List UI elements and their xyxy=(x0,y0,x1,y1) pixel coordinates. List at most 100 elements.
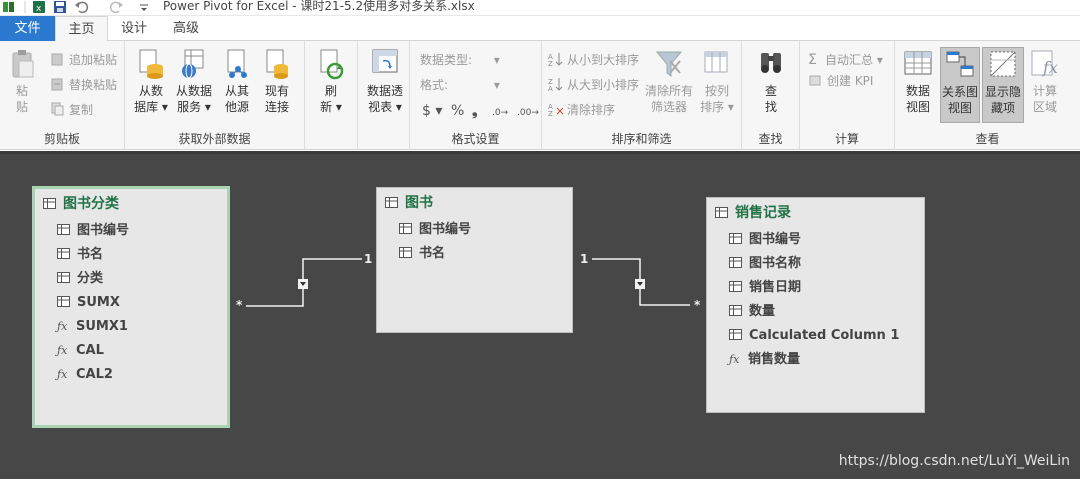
calculation-area-button[interactable]: fx 计算 区域 xyxy=(1027,47,1063,115)
save-icon[interactable] xyxy=(53,0,67,14)
format-dropdown[interactable]: 格式: ▾ xyxy=(420,75,500,95)
column-item[interactable]: SUMX xyxy=(35,291,227,315)
diagram-view-button[interactable]: 关系图 视图 xyxy=(940,47,980,123)
data-type-dropdown[interactable]: 数据类型: ▾ xyxy=(420,50,500,70)
show-hidden-button[interactable]: 显示隐 藏项 xyxy=(982,47,1024,123)
svg-text:A: A xyxy=(548,85,553,91)
cardinality-one-book: 1 xyxy=(364,252,373,266)
tab-home[interactable]: 主页 xyxy=(55,16,108,42)
ribbon: 粘 贴 追加粘贴 替换粘贴 复制 剪贴板 从数 据库 ▾ 从数据 服务 ▾ 从其… xyxy=(0,41,1080,150)
group-label-sort-filter: 排序和筛选 xyxy=(611,132,672,146)
table-header[interactable]: 销售记录 xyxy=(707,198,924,228)
table-icon xyxy=(385,189,398,208)
calculation-area-icon: fx xyxy=(1030,47,1060,81)
excel-icon[interactable]: x xyxy=(32,0,46,14)
table-icon xyxy=(57,268,70,283)
column-item[interactable]: 图书编号 xyxy=(377,218,572,242)
column-item[interactable]: 销售日期 xyxy=(707,276,924,300)
title-bar: x Power Pivot for Excel - 课时21-5.2使用多对多关… xyxy=(0,0,1080,16)
sort-descending-button[interactable]: Z A 从大到小排序 xyxy=(548,75,639,95)
fx-icon: ƒx xyxy=(57,368,68,381)
decrease-decimal-button[interactable]: .00→ xyxy=(517,101,539,121)
relationship-line-category-book[interactable] xyxy=(246,258,362,307)
table-header[interactable]: 图书分类 xyxy=(35,189,227,219)
decrease-decimal-icon: .00→ xyxy=(517,108,539,118)
group-label-find: 查找 xyxy=(758,132,783,146)
replace-paste-button[interactable]: 替换粘贴 xyxy=(50,75,117,95)
pivot-table-button[interactable]: 数据透 视表 ▾ xyxy=(362,47,408,115)
table-icon xyxy=(57,244,70,259)
from-other-sources-button[interactable]: 从其 他源 xyxy=(219,47,255,115)
sigma-icon: Σ xyxy=(808,52,817,68)
cardinality-one-book-right: 1 xyxy=(580,252,589,266)
table-icon xyxy=(729,325,742,340)
currency-button[interactable]: $ ▾ xyxy=(422,101,442,121)
column-item[interactable]: 书名 xyxy=(35,243,227,267)
measure-item[interactable]: ƒx SUMX1 xyxy=(35,315,227,339)
existing-connections-icon xyxy=(262,47,292,81)
other-sources-icon xyxy=(222,47,252,81)
svg-text:x: x xyxy=(36,4,42,14)
clear-sort-icon: AZ xyxy=(548,102,564,118)
replace-paste-icon xyxy=(50,77,66,91)
paste-button[interactable]: 粘 贴 xyxy=(6,47,38,115)
refresh-button[interactable]: 刷 新 ▾ xyxy=(315,47,347,115)
column-item[interactable]: 分类 xyxy=(35,267,227,291)
table-icon xyxy=(399,219,412,234)
table-icon xyxy=(57,220,70,235)
table-icon xyxy=(729,301,742,316)
customize-toolbar-icon[interactable] xyxy=(138,0,150,14)
table-icon xyxy=(729,253,742,268)
column-item[interactable]: 书名 xyxy=(377,242,572,266)
column-item[interactable]: 图书编号 xyxy=(35,219,227,243)
relationship-line-book-sales[interactable] xyxy=(592,258,690,306)
data-view-button[interactable]: 数据 视图 xyxy=(899,47,937,115)
column-item[interactable]: 数量 xyxy=(707,300,924,324)
percent-button[interactable]: % xyxy=(451,101,464,121)
refresh-group: 刷 新 ▾ xyxy=(305,41,358,150)
table-sales-records[interactable]: 销售记录 图书编号 图书名称 销售日期 数量 Calculated Column… xyxy=(706,197,925,413)
calculations-group: Σ 自动汇总 ▾ 创建 KPI 计算 xyxy=(800,41,895,150)
watermark: https://blog.csdn.net/LuYi_WeiLin xyxy=(838,453,1070,469)
fx-icon: ƒx xyxy=(57,320,68,333)
window-title: Power Pivot for Excel - 课时21-5.2使用多对多关系.… xyxy=(163,0,475,13)
table-book[interactable]: 图书 图书编号 书名 xyxy=(376,187,573,333)
table-header[interactable]: 图书 xyxy=(377,188,572,218)
undo-icon[interactable] xyxy=(74,0,94,14)
table-icon xyxy=(729,277,742,292)
table-icon xyxy=(57,292,70,307)
tab-advanced[interactable]: 高级 xyxy=(162,16,210,41)
data-view-icon xyxy=(903,47,933,81)
autosum-button[interactable]: Σ 自动汇总 ▾ xyxy=(808,50,883,70)
create-kpi-button[interactable]: 创建 KPI xyxy=(808,71,873,91)
column-item[interactable]: 图书名称 xyxy=(707,252,924,276)
measure-item[interactable]: ƒx CAL2 xyxy=(35,363,227,387)
clear-all-filters-button[interactable]: 清除所有 筛选器 xyxy=(644,47,694,115)
clear-sort-button[interactable]: A Z 清除排序 xyxy=(548,100,615,120)
existing-connections-button[interactable]: 现有 连接 xyxy=(259,47,295,115)
copy-button[interactable]: 复制 xyxy=(50,100,93,120)
from-data-service-button[interactable]: 从数据 服务 ▾ xyxy=(174,47,214,115)
redo-icon[interactable] xyxy=(106,0,126,14)
measure-item[interactable]: ƒx CAL xyxy=(35,339,227,363)
measure-item[interactable]: ƒx 销售数量 xyxy=(707,348,924,372)
separator xyxy=(24,1,26,13)
column-item[interactable]: 图书编号 xyxy=(707,228,924,252)
tab-design[interactable]: 设计 xyxy=(112,16,156,41)
tab-file[interactable]: 文件 xyxy=(0,16,55,41)
comma-button[interactable]: ❟ xyxy=(472,101,478,121)
sort-by-column-button[interactable]: 按列 排序 ▾ xyxy=(698,47,736,115)
data-service-icon xyxy=(179,47,209,81)
sort-ascending-button[interactable]: A Z 从小到大排序 xyxy=(548,50,639,70)
increase-decimal-button[interactable]: .0→ xyxy=(492,101,508,121)
from-database-button[interactable]: 从数 据库 ▾ xyxy=(133,47,169,115)
table-icon xyxy=(715,199,728,218)
append-paste-button[interactable]: 追加粘贴 xyxy=(50,50,117,70)
cardinality-many-category: * xyxy=(236,298,243,312)
find-button[interactable]: 查 找 xyxy=(755,47,787,115)
refresh-icon xyxy=(316,47,346,81)
column-item[interactable]: Calculated Column 1 xyxy=(707,324,924,348)
table-book-category[interactable]: 图书分类 图书编号 书名 分类 SUMX ƒx SUMX1 ƒx CAL ƒx CAL… xyxy=(32,186,230,428)
diagram-view-icon xyxy=(945,48,975,82)
diagram-canvas[interactable]: * 1 1 * 图书分类 图书编号 书名 分类 SUMX ƒx SUMX1 ƒx C… xyxy=(0,151,1080,479)
